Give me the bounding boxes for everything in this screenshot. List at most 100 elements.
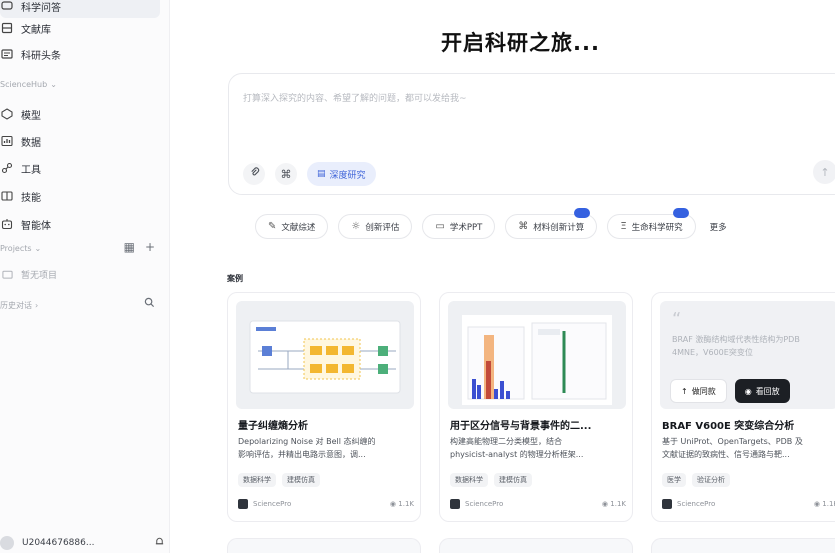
chip-academic-ppt[interactable]: ▭ 学术PPT xyxy=(422,214,496,239)
card-source: SciencePro xyxy=(238,499,291,509)
query-placeholder[interactable]: 打算深入探究的内容、希望了解的问题，都可以发给我~ xyxy=(243,91,467,104)
data-icon xyxy=(0,134,14,148)
card-title: 量子纠缠熵分析 xyxy=(238,421,308,432)
chip-more[interactable]: 更多 xyxy=(705,214,731,239)
tag: 建模仿真 xyxy=(282,473,320,487)
chip-literature-review[interactable]: ✎ 文献综述 xyxy=(255,214,329,239)
card-description: 构建高能物理二分类模型，结合 physicist-analyst 的物理分析框架… xyxy=(450,437,584,459)
folder-icon xyxy=(0,267,14,281)
sidebar-item-tools[interactable]: 工具 xyxy=(0,156,160,180)
case-card-partial[interactable] xyxy=(439,538,633,553)
card-hover-actions: ↑ 做同款 ◉ 看回放 xyxy=(670,379,790,403)
sidebar-item-skills[interactable]: 技能 xyxy=(0,184,160,208)
sidebar: 科学问答 文献库 科研头条 ScienceHub ⌄ 模型 数据 工具 技能 智… xyxy=(0,0,170,553)
lightbulb-icon: ☼ xyxy=(351,221,361,232)
avatar xyxy=(0,536,14,550)
paperclip-icon xyxy=(249,167,260,181)
projects-section-label[interactable]: Projects ⌄ xyxy=(0,244,41,253)
chevron-right-icon: › xyxy=(35,301,39,310)
sidebar-item-models[interactable]: 模型 xyxy=(0,102,160,126)
chevron-down-icon: ⌄ xyxy=(50,80,57,89)
dna-icon: Ξ xyxy=(620,221,627,232)
view-count: ◉ 1.1K xyxy=(813,500,835,508)
sidebar-item-label: 工具 xyxy=(21,164,41,176)
source-logo-icon xyxy=(238,499,248,509)
card-footer: SciencePro ◉ 1.1K xyxy=(662,499,835,509)
arrow-up-icon: ↑ xyxy=(820,165,830,179)
sidebar-item-label: 数据 xyxy=(21,137,41,149)
sidebar-item-label: 科研头条 xyxy=(21,50,61,62)
main-area: 开启科研之旅... 打算深入探究的内容、希望了解的问题，都可以发给我~ ⌘ ▤ … xyxy=(171,0,835,553)
case-card-partial[interactable] xyxy=(651,538,835,553)
case-card[interactable]: 量子纠缠熵分析 Depolarizing Noise 对 Bell 态纠缠的 影… xyxy=(227,292,421,522)
source-logo-icon xyxy=(662,499,672,509)
new-badge xyxy=(574,208,591,218)
user-profile[interactable]: U2044676886... xyxy=(0,536,165,550)
card-thumbnail-circuit xyxy=(236,301,414,409)
page-title: 开启科研之旅... xyxy=(441,31,600,55)
deep-research-button[interactable]: ▤ 深度研究 xyxy=(307,162,376,186)
card-footer: SciencePro ◉ 1.1K xyxy=(238,499,414,509)
command-button[interactable]: ⌘ xyxy=(275,163,297,185)
sidebar-item-label: 科学问答 xyxy=(21,2,61,14)
bell-icon[interactable] xyxy=(154,536,165,550)
sidebar-item-library[interactable]: 文献库 xyxy=(0,16,160,40)
tag: 数据科学 xyxy=(238,473,276,487)
tag: 医学 xyxy=(662,473,686,487)
view-count: ◉ 1.1K xyxy=(601,500,626,508)
card-thumbnail-histogram xyxy=(448,301,626,409)
sidebar-item-label: 文献库 xyxy=(21,24,51,36)
news-icon xyxy=(0,47,14,61)
card-tags: 医学 验证分析 xyxy=(662,473,730,487)
card-title: BRAF V600E 突变综合分析 xyxy=(662,421,795,432)
tools-icon xyxy=(0,161,14,175)
slides-icon: ▭ xyxy=(435,221,445,232)
sidebar-item-label: 智能体 xyxy=(21,220,51,232)
new-badge xyxy=(672,208,689,218)
card-footer: SciencePro ◉ 1.1K xyxy=(450,499,626,509)
card-tags: 数据科学 建模仿真 xyxy=(450,473,532,487)
history-section-label[interactable]: 历史对话 › xyxy=(0,300,38,311)
sidebar-item-label: 模型 xyxy=(21,110,41,122)
card-tags: 数据科学 建模仿真 xyxy=(238,473,320,487)
arrow-up-icon: ↑ xyxy=(681,386,688,396)
projects-tools: ▦ + xyxy=(124,240,155,254)
quote-icon: “ xyxy=(672,309,682,330)
sidebar-item-news[interactable]: 科研头条 xyxy=(0,42,160,66)
sidebar-item-agents[interactable]: 智能体 xyxy=(0,212,160,236)
view-replay-button[interactable]: ◉ 看回放 xyxy=(734,379,790,403)
skills-icon xyxy=(0,189,14,203)
card-description: 基于 UniProt、OpenTargets、PDB 及 文献证据的致病性、信号… xyxy=(662,437,803,459)
card-description: Depolarizing Noise 对 Bell 态纠缠的 影响评估，并精出电… xyxy=(238,437,376,459)
cases-section-title: 案例 xyxy=(227,274,243,283)
next-row-cards xyxy=(227,538,835,553)
card-thumbnail-quote: “ BRAF 激酶结构域代表性结构为PDB 4MNE，V600E突变位 ↑ 做同… xyxy=(660,301,835,409)
chat-icon xyxy=(0,0,14,13)
send-button[interactable]: ↑ xyxy=(813,160,835,184)
tag: 建模仿真 xyxy=(494,473,532,487)
card-source: SciencePro xyxy=(662,499,715,509)
grid-icon[interactable]: ▦ xyxy=(124,240,135,254)
case-card[interactable]: “ BRAF 激酶结构域代表性结构为PDB 4MNE，V600E突变位 ↑ 做同… xyxy=(651,292,835,522)
case-card-partial[interactable] xyxy=(227,538,421,553)
tag: 验证分析 xyxy=(692,473,730,487)
case-cards: 量子纠缠熵分析 Depolarizing Noise 对 Bell 态纠缠的 影… xyxy=(227,292,835,522)
sidebar-item-data[interactable]: 数据 xyxy=(0,129,160,153)
chip-innovation-assessment[interactable]: ☼ 创新评估 xyxy=(338,214,413,239)
source-logo-icon xyxy=(450,499,460,509)
plus-icon[interactable]: + xyxy=(145,240,155,254)
no-projects-item: 暂无项目 xyxy=(0,262,160,286)
input-tools: ⌘ ▤ 深度研究 xyxy=(243,162,376,186)
search-icon[interactable] xyxy=(144,297,155,311)
command-icon: ⌘ xyxy=(280,167,292,181)
query-input-box[interactable]: 打算深入探究的内容、希望了解的问题，都可以发给我~ ⌘ ▤ 深度研究 ↑ xyxy=(228,73,835,195)
chip-materials-computation[interactable]: ⌘ 材料创新计算 xyxy=(505,208,598,239)
hub-section-label[interactable]: ScienceHub ⌄ xyxy=(0,80,57,89)
username: U2044676886... xyxy=(22,538,95,548)
history-tools xyxy=(144,297,155,311)
case-card[interactable]: 用于区分信号与背景事件的二... 构建高能物理二分类模型，结合 physicis… xyxy=(439,292,633,522)
attach-button[interactable] xyxy=(243,163,265,185)
chip-life-science[interactable]: Ξ 生命科学研究 xyxy=(607,208,696,239)
pen-icon: ✎ xyxy=(268,221,277,232)
do-same-button[interactable]: ↑ 做同款 xyxy=(670,379,727,403)
